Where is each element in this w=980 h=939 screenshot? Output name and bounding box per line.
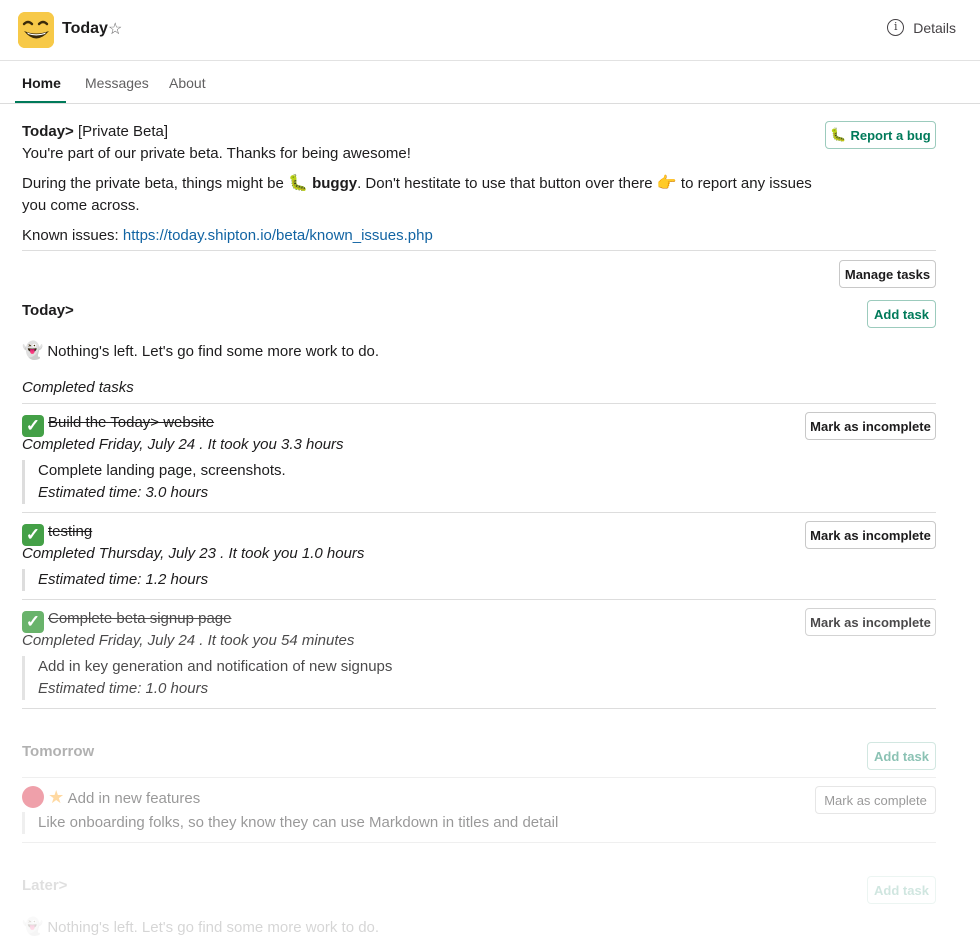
grinning-face-icon[interactable] [18, 12, 54, 48]
task-note: Add in key generation and notification o… [38, 658, 393, 675]
completed-tasks-heading: Completed tasks [22, 379, 134, 396]
task-title-text: Complete beta signup page [48, 610, 232, 627]
task-meta: Completed Friday, July 24 . It took you … [22, 436, 344, 453]
beta-thanks-text: You're part of our private beta. Thanks … [22, 145, 411, 162]
active-tab-indicator [15, 101, 66, 103]
later-heading: Later> [22, 877, 68, 894]
quote-bar [22, 460, 25, 504]
task-meta: Completed Thursday, July 23 . It took yo… [22, 545, 365, 562]
add-task-button[interactable]: Add task [867, 876, 936, 904]
beta-heading: Today> [Private Beta] [22, 121, 168, 143]
beta-app-name: Today> [22, 123, 74, 140]
divider [22, 777, 936, 778]
add-task-button[interactable]: Add task [867, 742, 936, 770]
pointing-right-hand-icon: 👉 [656, 175, 677, 192]
info-circle-icon: i [887, 19, 905, 36]
divider [22, 599, 936, 600]
mark-complete-button[interactable]: Mark as complete [815, 786, 936, 814]
task-title-text: testing [48, 523, 93, 540]
add-task-button[interactable]: Add task [867, 300, 936, 328]
beta-buggy-text-c: to report any issues [680, 175, 812, 192]
empty-message: 👻 Nothing's left. Let's go find some mor… [22, 916, 379, 939]
divider [22, 250, 936, 251]
mark-incomplete-button[interactable]: Mark as incomplete [805, 608, 936, 636]
star-outline-icon[interactable]: ☆ [108, 20, 122, 40]
star-icon: ★ [48, 787, 65, 807]
task-note: Like onboarding folks, so they know they… [38, 814, 559, 831]
task-title-text: Add in new features [67, 790, 201, 807]
beta-buggy-text: During the private beta, things might be… [22, 173, 812, 195]
red-circle-icon [22, 786, 44, 808]
mark-incomplete-button[interactable]: Mark as incomplete [805, 412, 936, 440]
beta-tag: [Private Beta] [78, 123, 169, 140]
report-bug-label: Report a bug [850, 127, 931, 143]
tab-bar: Home Messages About [0, 62, 980, 104]
divider [22, 512, 936, 513]
details-label: Details [913, 19, 956, 36]
beta-buggy-text-end: you come across. [22, 197, 140, 214]
tomorrow-heading: Tomorrow [22, 743, 95, 760]
known-issues-link[interactable]: https://today.shipton.io/beta/known_issu… [123, 227, 433, 244]
mark-incomplete-button[interactable]: Mark as incomplete [805, 521, 936, 549]
beta-buggy-text-a: During the private beta, things might be [22, 175, 284, 192]
today-heading: Today> [22, 302, 74, 319]
quote-bar [22, 569, 25, 591]
beta-buggy-text-b: . Don't hestitate to use that button ove… [357, 175, 653, 192]
caterpillar-bug-icon: 🐛 [288, 175, 308, 192]
ghost-icon: 👻 [22, 917, 44, 936]
caterpillar-bug-icon: 🐛 [830, 127, 847, 142]
manage-tasks-button[interactable]: Manage tasks [839, 260, 936, 288]
divider [22, 842, 936, 843]
task-estimate: Estimated time: 3.0 hours [38, 484, 209, 501]
divider [22, 708, 936, 709]
tab-home[interactable]: Home [22, 75, 61, 91]
report-bug-button[interactable]: 🐛 Report a bug [825, 121, 936, 149]
app-title[interactable]: Today [62, 20, 108, 38]
divider [22, 403, 936, 404]
task-estimate: Estimated time: 1.0 hours [38, 680, 209, 697]
tab-messages[interactable]: Messages [85, 75, 149, 91]
tab-about[interactable]: About [169, 75, 206, 91]
quote-bar [22, 812, 25, 834]
quote-bar [22, 656, 25, 700]
empty-message-text: Nothing's left. Let's go find some more … [47, 919, 380, 936]
task-meta: Completed Friday, July 24 . It took you … [22, 632, 355, 649]
empty-message: 👻 Nothing's left. Let's go find some mor… [22, 340, 379, 363]
task-estimate: Estimated time: 1.2 hours [38, 571, 209, 588]
task-title-text: Build the Today> website [48, 414, 215, 431]
task-title: ★ Add in new features [22, 786, 200, 810]
details-button[interactable]: i Details [887, 19, 956, 36]
ghost-icon: 👻 [22, 341, 44, 360]
beta-buggy-bold: buggy [312, 175, 358, 192]
known-issues: Known issues: https://today.shipton.io/b… [22, 225, 433, 247]
header-bar: Today ☆ i Details [0, 0, 980, 61]
known-issues-label: Known issues: [22, 227, 119, 244]
empty-message-text: Nothing's left. Let's go find some more … [47, 343, 380, 360]
task-note: Complete landing page, screenshots. [38, 462, 286, 479]
